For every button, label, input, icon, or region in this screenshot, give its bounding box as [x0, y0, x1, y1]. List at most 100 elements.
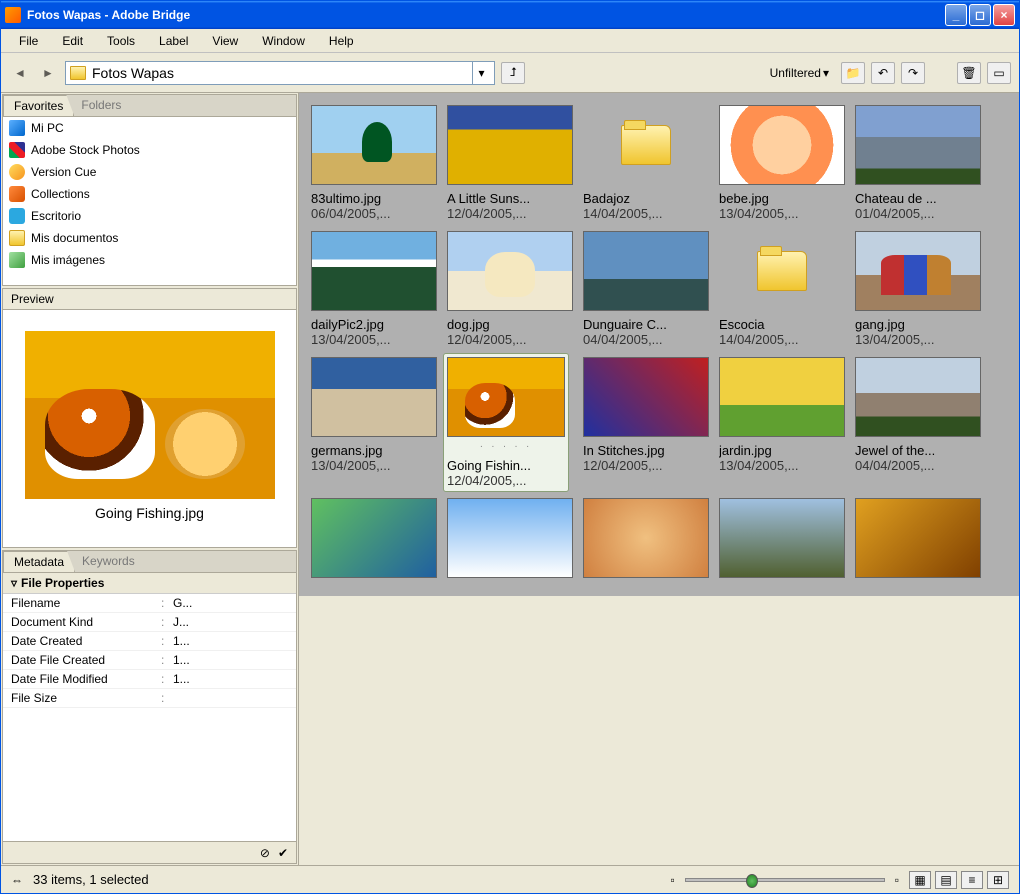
thumbnail-cell[interactable]: Dunguaire C...04/04/2005,... [583, 231, 709, 347]
metadata-row[interactable]: Filename:G... [3, 594, 296, 613]
thumbnail-cell[interactable]: Badajoz14/04/2005,... [583, 105, 709, 221]
thumbnail-cell[interactable] [447, 498, 573, 584]
image-thumbnail [311, 498, 437, 578]
tab-metadata[interactable]: Metadata [3, 551, 75, 572]
file-date: 01/04/2005,... [855, 206, 981, 221]
app-window: Fotos Wapas - Adobe Bridge _ ◻ × FileEdi… [0, 0, 1020, 894]
menu-window[interactable]: Window [252, 32, 315, 50]
favorite-item[interactable]: Mis imágenes [3, 249, 296, 271]
tab-folders[interactable]: Folders [71, 95, 131, 116]
path-text: Fotos Wapas [92, 65, 472, 81]
close-button[interactable]: × [993, 4, 1015, 26]
thumbnail-cell[interactable]: A Little Suns...12/04/2005,... [447, 105, 573, 221]
maximize-button[interactable]: ◻ [969, 4, 991, 26]
titlebar[interactable]: Fotos Wapas - Adobe Bridge _ ◻ × [1, 1, 1019, 29]
content-area[interactable]: 83ultimo.jpg06/04/2005,...A Little Suns.… [299, 93, 1019, 596]
favorite-item[interactable]: Mis documentos [3, 227, 296, 249]
thumbnail-cell[interactable]: dailyPic2.jpg13/04/2005,... [311, 231, 437, 347]
view-thumbnails-button[interactable]: ▦ [909, 871, 931, 889]
metadata-key: Date File Modified [11, 672, 161, 686]
metadata-key: Document Kind [11, 615, 161, 629]
folder-thumbnail [719, 231, 845, 311]
image-thumbnail [583, 357, 709, 437]
thumbnail-size-slider[interactable] [685, 878, 885, 882]
resize-grip-icon[interactable]: ⇔ [11, 873, 23, 887]
thumbnail-cell[interactable]: dog.jpg12/04/2005,... [447, 231, 573, 347]
ver-icon [9, 164, 25, 180]
favorite-item[interactable]: Version Cue [3, 161, 296, 183]
desk-icon [9, 208, 25, 224]
file-name: bebe.jpg [719, 191, 845, 206]
image-thumbnail [447, 105, 573, 185]
tab-keywords[interactable]: Keywords [72, 551, 145, 572]
menu-help[interactable]: Help [319, 32, 364, 50]
view-details-button[interactable]: ≡ [961, 871, 983, 889]
compact-mode-button[interactable]: ▭ [987, 62, 1011, 84]
thumbnail-cell[interactable]: germans.jpg13/04/2005,... [311, 357, 437, 488]
thumbnail-cell[interactable] [311, 498, 437, 584]
favorites-panel: Favorites Folders Mi PC Adobe Stock Photo… [2, 94, 297, 286]
menu-label[interactable]: Label [149, 32, 198, 50]
thumbnail-cell[interactable]: Chateau de ...01/04/2005,... [855, 105, 981, 221]
thumbnail-cell[interactable]: 83ultimo.jpg06/04/2005,... [311, 105, 437, 221]
file-date: 04/04/2005,... [583, 332, 709, 347]
file-date: 14/04/2005,... [583, 206, 709, 221]
thumbnail-cell[interactable]: . . . . .Going Fishin...12/04/2005,... [443, 353, 569, 492]
file-name: 83ultimo.jpg [311, 191, 437, 206]
thumbnail-cell[interactable]: gang.jpg13/04/2005,... [855, 231, 981, 347]
preview-thumbnail [25, 331, 275, 499]
path-dropdown-button[interactable]: ▾ [472, 62, 490, 84]
metadata-row[interactable]: Date Created:1... [3, 632, 296, 651]
favorite-item[interactable]: Collections [3, 183, 296, 205]
thumbnail-cell[interactable]: In Stitches.jpg12/04/2005,... [583, 357, 709, 488]
menu-file[interactable]: File [9, 32, 48, 50]
thumbnail-cell[interactable]: Jewel of the...04/04/2005,... [855, 357, 981, 488]
rating-dots[interactable]: . . . . . [447, 437, 565, 452]
cancel-metadata-icon[interactable]: ⊘ [260, 846, 270, 860]
thumbnail-cell[interactable]: bebe.jpg13/04/2005,... [719, 105, 845, 221]
metadata-list[interactable]: Filename:G...Document Kind:J...Date Crea… [3, 594, 296, 841]
trash-button[interactable]: 🗑 [957, 62, 981, 84]
forward-button[interactable]: ► [37, 63, 59, 83]
metadata-row[interactable]: Document Kind:J... [3, 613, 296, 632]
filter-dropdown[interactable]: Unfiltered ▾ [764, 64, 835, 82]
file-date: 13/04/2005,... [311, 458, 437, 473]
up-folder-button[interactable]: ⮥ [501, 62, 525, 84]
metadata-row[interactable]: Date File Modified:1... [3, 670, 296, 689]
favorite-item[interactable]: Adobe Stock Photos [3, 139, 296, 161]
view-versions-button[interactable]: ⊞ [987, 871, 1009, 889]
rotate-cw-button[interactable]: ↷ [901, 62, 925, 84]
rotate-ccw-button[interactable]: ↶ [871, 62, 895, 84]
metadata-value: 1... [173, 653, 288, 667]
file-name: A Little Suns... [447, 191, 573, 206]
meta-section-title: File Properties [21, 576, 104, 590]
metadata-row[interactable]: Date File Created:1... [3, 651, 296, 670]
meta-section-header[interactable]: ▿ File Properties [3, 573, 296, 594]
favorite-label: Version Cue [31, 165, 96, 179]
thumbnail-cell[interactable] [855, 498, 981, 584]
minimize-button[interactable]: _ [945, 4, 967, 26]
menu-edit[interactable]: Edit [52, 32, 93, 50]
thumbnail-cell[interactable] [719, 498, 845, 584]
tab-favorites[interactable]: Favorites [3, 95, 74, 116]
menu-view[interactable]: View [202, 32, 248, 50]
view-filmstrip-button[interactable]: ▤ [935, 871, 957, 889]
slider-thumb[interactable] [746, 874, 758, 888]
path-combobox[interactable]: Fotos Wapas ▾ [65, 61, 495, 85]
file-name: Dunguaire C... [583, 317, 709, 332]
favorite-item[interactable]: Escritorio [3, 205, 296, 227]
thumbnail-cell[interactable]: jardin.jpg13/04/2005,... [719, 357, 845, 488]
favorite-item[interactable]: Mi PC [3, 117, 296, 139]
metadata-row[interactable]: File Size: [3, 689, 296, 708]
favorite-label: Mi PC [31, 121, 64, 135]
thumbnail-cell[interactable] [583, 498, 709, 584]
new-folder-button[interactable]: 📁 [841, 62, 865, 84]
back-button[interactable]: ◄ [9, 63, 31, 83]
file-date: 12/04/2005,... [447, 473, 565, 488]
favorites-list[interactable]: Mi PC Adobe Stock Photos Version Cue Collec… [3, 117, 296, 285]
file-name: gang.jpg [855, 317, 981, 332]
thumbnail-cell[interactable]: Escocia14/04/2005,... [719, 231, 845, 347]
file-name: Escocia [719, 317, 845, 332]
menu-tools[interactable]: Tools [97, 32, 145, 50]
apply-metadata-icon[interactable]: ✔ [278, 846, 288, 860]
